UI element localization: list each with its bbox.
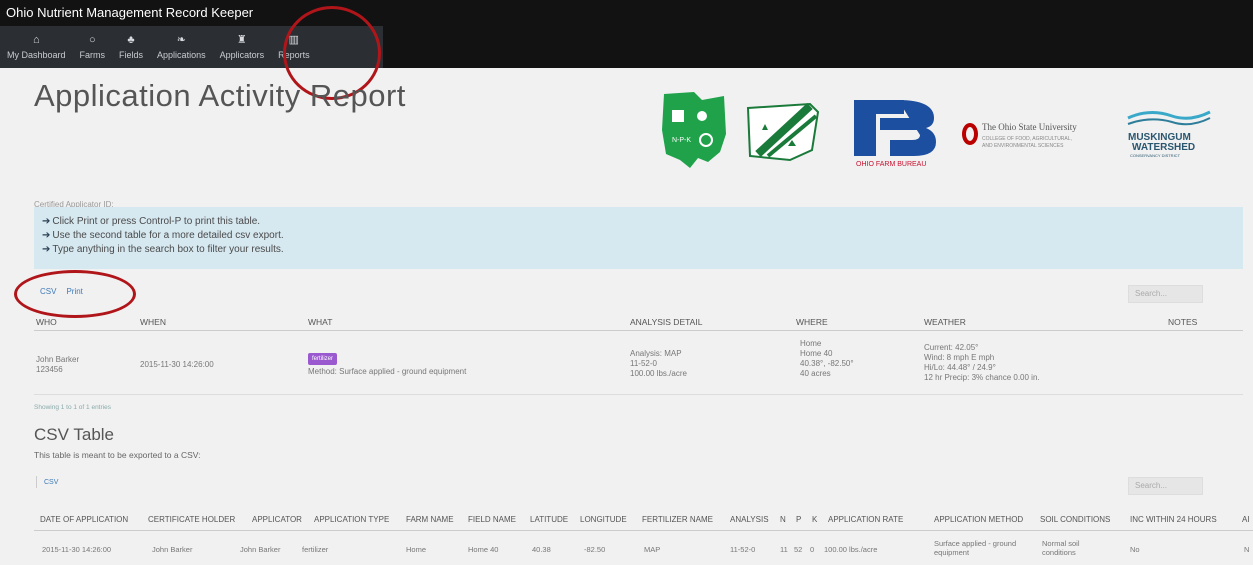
th-ai[interactable]: AI — [1242, 515, 1250, 524]
page-title: Application Activity Report — [34, 78, 406, 113]
csv-section-subtitle: This table is meant to be exported to a … — [34, 450, 201, 460]
th-field[interactable]: FIELD NAME — [468, 515, 516, 524]
bar-chart-icon: ▥ — [288, 34, 300, 46]
nav-fields[interactable]: ♣ Fields — [112, 26, 150, 68]
info-box: ➔ Click Print or press Control-P to print… — [34, 207, 1243, 269]
nav-label: Applicators — [219, 50, 265, 60]
home-icon: ⌂ — [32, 34, 40, 46]
navbar-filler — [383, 26, 1253, 68]
th-cert-holder[interactable]: CERTIFICATE HOLDER — [148, 515, 235, 524]
cell-who: John Barker 123456 — [36, 355, 80, 374]
nav-dashboard[interactable]: ⌂ My Dashboard — [0, 26, 73, 68]
th-k[interactable]: K — [812, 515, 817, 524]
th-rate[interactable]: APPLICATION RATE — [828, 515, 903, 524]
ohio-npk-logo: N-P-K — [662, 92, 726, 168]
info-line: ➔ Type anything in the search box to filt… — [42, 244, 284, 255]
th-what[interactable]: WHAT — [308, 317, 332, 327]
partner-logos: N-P-K OHIO FARM BUREAU The Ohio State Un… — [662, 92, 1211, 168]
csv-export-button[interactable]: CSV — [44, 479, 58, 486]
info-line: ➔ Use the second table for a more detaile… — [42, 230, 284, 241]
arrow-right-icon: ➔ — [42, 244, 51, 255]
export-tools: CSV Print — [40, 287, 93, 296]
main-nav: ⌂ My Dashboard ○ Farms ♣ Fields ❧ Applicatio… — [0, 26, 383, 68]
th-p[interactable]: P — [796, 515, 801, 524]
nav-label: Applications — [157, 50, 206, 60]
cell-where: Home Home 40 40.38°, -82.50° 40 acres — [800, 339, 854, 378]
farm-bureau-logo: OHIO FARM BUREAU — [854, 100, 936, 168]
table-row: John Barker 123456 2015-11-30 14:26:00 fe… — [34, 335, 1243, 395]
th-who[interactable]: WHO — [36, 317, 57, 327]
muskingum-3: CONSERVANCY DISTRICT — [1130, 153, 1181, 158]
nav-applications[interactable]: ❧ Applications — [150, 26, 213, 68]
csv-search-input[interactable]: Search... — [1128, 477, 1203, 495]
arrow-right-icon: ➔ — [42, 216, 51, 227]
type-badge: fertilizer — [308, 353, 338, 365]
csv-button[interactable]: CSV — [40, 287, 56, 296]
cell-when: 2015-11-30 14:26:00 — [140, 360, 214, 369]
th-applicator[interactable]: APPLICATOR — [252, 515, 302, 524]
nav-label: Reports — [278, 50, 310, 60]
th-where[interactable]: WHERE — [796, 317, 828, 327]
ohio-state-logo: The Ohio State University COLLEGE OF FOO… — [962, 122, 1077, 149]
th-inc24[interactable]: INC WITHIN 24 HOURS — [1130, 515, 1217, 524]
th-lon[interactable]: LONGITUDE — [580, 515, 627, 524]
app-title-bar: Ohio Nutrient Management Record Keeper — [0, 0, 1253, 26]
th-when[interactable]: WHEN — [140, 317, 166, 327]
table-row: 2015-11-30 14:26:00 John Barker John Bar… — [42, 539, 1250, 557]
th-analysis[interactable]: ANALYSIS — [730, 515, 769, 524]
cell-weather: Current: 42.05° Wind: 8 mph E mph Hi/Lo: 4… — [924, 343, 1040, 382]
print-button[interactable]: Print — [66, 287, 82, 296]
divider — [36, 476, 37, 488]
arrow-right-icon: ➔ — [42, 230, 51, 241]
leaf-icon: ❧ — [176, 34, 186, 46]
osu-sub1: COLLEGE OF FOOD, AGRICULTURAL, — [982, 136, 1072, 142]
osu-name: The Ohio State University — [982, 122, 1077, 132]
osu-sub2: AND ENVIRONMENTAL SCIENCES — [982, 143, 1064, 149]
nav-label: Fields — [119, 50, 144, 60]
nav-reports[interactable]: ▥ Reports — [271, 26, 317, 68]
nav-farms[interactable]: ○ Farms — [73, 26, 113, 68]
muskingum-logo: MUSKINGUM WATERSHED CONSERVANCY DISTRICT — [1127, 110, 1211, 158]
th-method[interactable]: APPLICATION METHOD — [934, 515, 1023, 524]
th-farm[interactable]: FARM NAME — [406, 515, 454, 524]
th-n[interactable]: N — [780, 515, 786, 524]
npk-text: N-P-K — [672, 137, 691, 144]
th-notes[interactable]: NOTES — [1168, 317, 1197, 327]
swcd-logo — [746, 102, 820, 162]
th-lat[interactable]: LATITUDE — [530, 515, 568, 524]
th-weather[interactable]: WEATHER — [924, 317, 966, 327]
nav-label: Farms — [79, 50, 106, 60]
farm-bureau-text: OHIO FARM BUREAU — [856, 161, 926, 168]
app-title: Ohio Nutrient Management Record Keeper — [6, 5, 254, 20]
th-soil[interactable]: SOIL CONDITIONS — [1040, 515, 1110, 524]
th-app-type[interactable]: APPLICATION TYPE — [314, 515, 389, 524]
users-icon: ♜ — [236, 34, 247, 46]
info-line: ➔ Click Print or press Control-P to print… — [42, 216, 261, 227]
entries-info: Showing 1 to 1 of 1 entries — [34, 404, 111, 411]
csv-table-header: DATE OF APPLICATION CERTIFICATE HOLDER A… — [34, 511, 1253, 531]
th-analysis[interactable]: ANALYSIS DETAIL — [630, 317, 702, 327]
cell-what: fertilizer Method: Surface applied - grou… — [308, 353, 466, 377]
plant-icon: ♣ — [127, 34, 135, 46]
nav-applicators[interactable]: ♜ Applicators — [213, 26, 272, 68]
circle-icon: ○ — [88, 34, 96, 46]
th-fertilizer[interactable]: FERTILIZER NAME — [642, 515, 713, 524]
report-table-header: WHO WHEN WHAT ANALYSIS DETAIL WHERE WEAT… — [34, 313, 1243, 331]
th-date[interactable]: DATE OF APPLICATION — [40, 515, 128, 524]
report-search-input[interactable]: Search... — [1128, 285, 1203, 303]
cell-analysis: Analysis: MAP 11-52-0 100.00 lbs./acre — [630, 349, 687, 378]
nav-label: My Dashboard — [7, 50, 66, 60]
muskingum-2: WATERSHED — [1132, 142, 1195, 153]
csv-section-title: CSV Table — [34, 425, 115, 444]
